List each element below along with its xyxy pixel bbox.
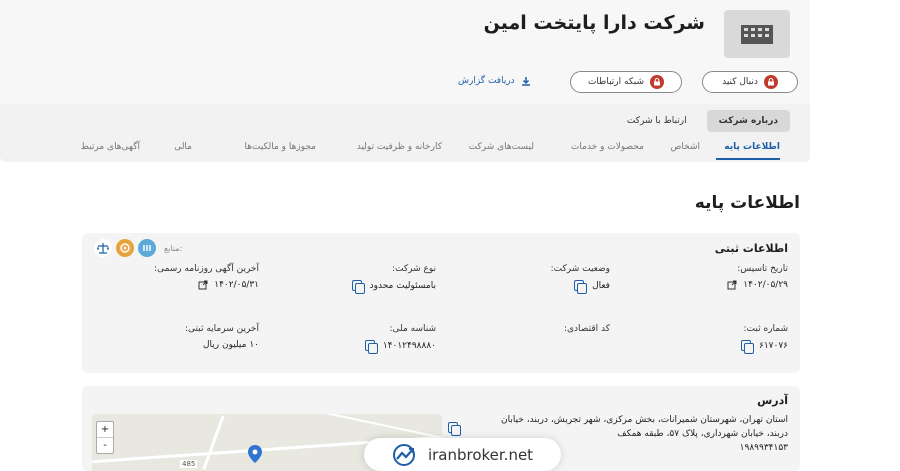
scales-icon bbox=[94, 239, 112, 257]
watermark-text: iranbroker.net bbox=[427, 445, 534, 464]
download-label: دریافت گزارش bbox=[458, 76, 515, 86]
registration-card: اطلاعات ثبتی منابع: تاریخ تاسیس: ۱۴۰۲/۰۵… bbox=[82, 233, 800, 373]
active-tab-underline bbox=[716, 158, 780, 160]
tab-factory-capacity[interactable]: کارخانه و ظرفیت تولید bbox=[357, 142, 442, 152]
registration-title: اطلاعات ثبتی bbox=[714, 242, 788, 255]
emblem-icon bbox=[116, 239, 134, 257]
address-text: استان تهران، شهرستان شمیرانات، بخش مرکزی… bbox=[501, 415, 788, 439]
company-logo bbox=[724, 10, 790, 58]
follow-label: دنبال کنید bbox=[722, 77, 758, 87]
registration-number-field: شماره ثبت: ۶۱۷۰۷۶ bbox=[740, 324, 789, 354]
lock-icon bbox=[650, 75, 665, 89]
copy-icon[interactable] bbox=[351, 280, 365, 294]
field-value: بامسئولیت محدود bbox=[369, 281, 436, 291]
map-road-label: 485 bbox=[180, 460, 198, 468]
tab-about-company[interactable]: درباره شرکت bbox=[706, 110, 790, 132]
sources: منابع: bbox=[94, 239, 182, 257]
field-label: تاریخ تاسیس: bbox=[737, 264, 788, 274]
external-link-icon[interactable] bbox=[198, 280, 208, 290]
lock-icon bbox=[763, 75, 778, 89]
national-id-field: شناسه ملی: ۱۴۰۱۲۴۹۸۸۸۰ bbox=[364, 324, 436, 354]
tab-basic-info[interactable]: اطلاعات پایه bbox=[724, 142, 780, 152]
field-label: کد اقتصادی: bbox=[563, 324, 610, 334]
copy-icon[interactable] bbox=[574, 280, 588, 294]
company-header: شرکت دارا پایتخت امین دنبال کنید شبکه ار… bbox=[0, 0, 810, 162]
network-button[interactable]: شبکه ارتباطات bbox=[570, 71, 682, 93]
last-gazette-field: آخرین آگهی روزنامه رسمی: ۱۴۰۲/۰۵/۳۱ bbox=[154, 264, 259, 290]
tab-licenses-ownership[interactable]: مجوزها و مالکیت‌ها bbox=[245, 142, 317, 152]
map-road bbox=[323, 414, 441, 439]
field-value: ۱۴۰۲/۰۵/۳۱ bbox=[214, 280, 259, 290]
tab-contact-company[interactable]: ارتباط با شرکت bbox=[615, 110, 699, 132]
field-value: فعال bbox=[592, 281, 610, 291]
economic-code-field: کد اقتصادی: bbox=[564, 324, 610, 340]
copy-icon[interactable] bbox=[740, 340, 754, 354]
company-name: شرکت دارا پایتخت امین bbox=[483, 12, 705, 34]
tab-related-ads[interactable]: آگهی‌های مرتبط bbox=[81, 142, 140, 152]
tab-people[interactable]: اشخاص bbox=[671, 142, 700, 152]
map-road bbox=[202, 415, 225, 470]
sources-label: منابع: bbox=[164, 243, 183, 253]
tab-financial[interactable]: مالی bbox=[174, 142, 192, 152]
field-label: آخرین آگهی روزنامه رسمی: bbox=[154, 264, 259, 274]
map-pin-icon bbox=[248, 445, 262, 463]
zoom-out-button[interactable]: - bbox=[97, 438, 113, 453]
follow-button[interactable]: دنبال کنید bbox=[702, 71, 798, 93]
network-label: شبکه ارتباطات bbox=[587, 77, 645, 87]
field-label: شماره ثبت: bbox=[743, 324, 789, 334]
tab-products-services[interactable]: محصولات و خدمات bbox=[571, 142, 644, 152]
field-value: ۶۱۷۰۷۶ bbox=[758, 341, 788, 351]
copy-icon[interactable] bbox=[448, 422, 461, 436]
sub-tabs: اطلاعات پایه اشخاص محصولات و خدمات لیست‌… bbox=[0, 138, 810, 162]
founding-date-field: تاریخ تاسیس: ۱۴۰۲/۰۵/۲۹ bbox=[727, 264, 788, 290]
company-type-field: نوع شرکت: بامسئولیت محدود bbox=[351, 264, 436, 294]
field-value: ۱۴۰۱۲۴۹۸۸۸۰ bbox=[382, 341, 436, 351]
address-title: آدرس bbox=[757, 394, 788, 407]
postal-code-value: ۱۹۸۹۹۳۴۱۵۳ bbox=[739, 443, 788, 453]
zoom-in-button[interactable]: + bbox=[97, 422, 113, 438]
registry-icon bbox=[138, 239, 156, 257]
external-link-icon[interactable] bbox=[727, 280, 737, 290]
tab-company-lists[interactable]: لیست‌های شرکت bbox=[469, 142, 534, 152]
trend-logo-icon bbox=[392, 443, 415, 466]
section-title: اطلاعات پایه bbox=[694, 193, 800, 213]
top-tabs: درباره شرکت ارتباط با شرکت bbox=[615, 110, 790, 132]
download-report-link[interactable]: دریافت گزارش bbox=[458, 76, 531, 86]
field-label: شناسه ملی: bbox=[389, 324, 436, 334]
watermark: iranbroker.net bbox=[364, 438, 561, 471]
download-icon bbox=[521, 77, 530, 86]
field-label: نوع شرکت: bbox=[391, 264, 436, 274]
building-icon bbox=[741, 25, 773, 44]
map-zoom-control: + - bbox=[96, 421, 114, 454]
field-label: وضعیت شرکت: bbox=[550, 264, 610, 274]
copy-icon[interactable] bbox=[364, 340, 378, 354]
registered-capital-field: آخرین سرمایه ثبتی: ۱۰ میلیون ریال bbox=[185, 324, 259, 350]
field-value: ۱۴۰۲/۰۵/۲۹ bbox=[743, 280, 788, 290]
company-status-field: وضعیت شرکت: فعال bbox=[550, 264, 610, 294]
field-label: آخرین سرمایه ثبتی: bbox=[185, 324, 259, 334]
postal-code: ۱۹۸۹۹۳۴۱۵۳ bbox=[740, 443, 788, 453]
field-value: ۱۰ میلیون ریال bbox=[202, 340, 259, 350]
